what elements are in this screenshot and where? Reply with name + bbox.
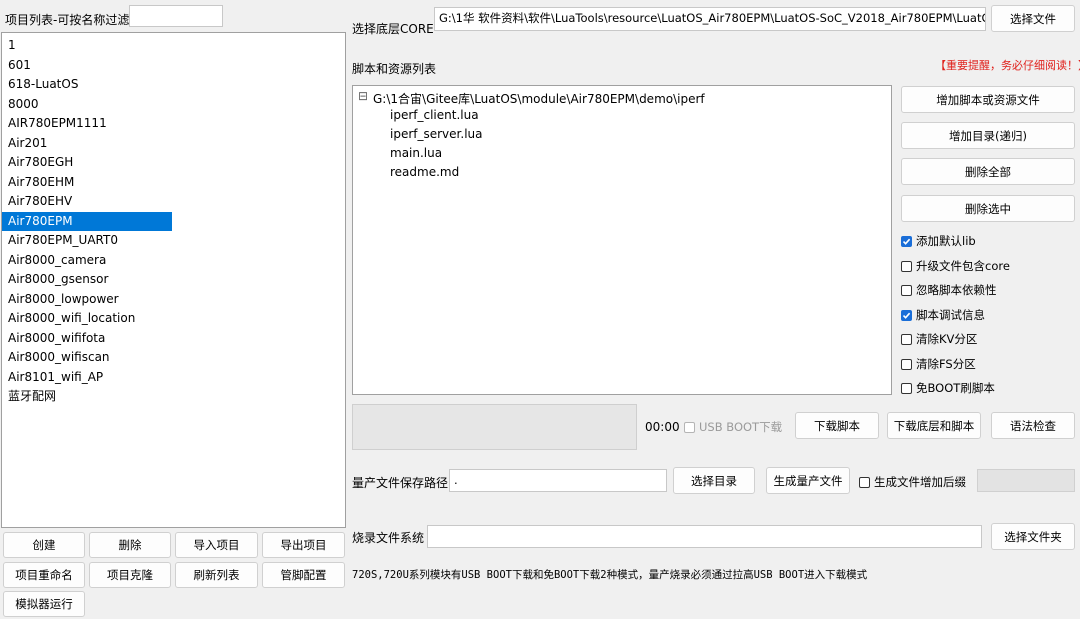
download-script-button[interactable]: 下载脚本 bbox=[795, 412, 879, 439]
option-label: 忽略脚本依赖性 bbox=[916, 283, 997, 297]
download-timer: 00:00 bbox=[645, 420, 680, 434]
project-list-item[interactable]: Air201 bbox=[2, 134, 345, 154]
project-list[interactable]: 1 601 618-LuatOS 8000 AIR780EPM1111 Air201 Air… bbox=[1, 32, 346, 528]
option-checkbox[interactable]: 脚本调试信息 bbox=[901, 307, 985, 323]
option-checkbox[interactable]: 添加默认lib bbox=[901, 233, 976, 249]
scripts-label: 脚本和资源列表 bbox=[352, 62, 437, 76]
project-list-item[interactable]: 蓝牙配网 bbox=[2, 387, 345, 407]
project-list-item[interactable]: Air8000_wififota bbox=[2, 329, 345, 349]
project-list-item[interactable]: Air8101_wifi_AP bbox=[2, 368, 345, 388]
project-list-item[interactable]: 8000 bbox=[2, 95, 345, 115]
add-directory-button[interactable]: 增加目录(递归) bbox=[901, 122, 1075, 149]
project-filter-label: 项目列表-可按名称过滤 bbox=[5, 13, 130, 27]
select-directory-button[interactable]: 选择目录 bbox=[673, 467, 755, 494]
option-label: 添加默认lib bbox=[916, 234, 976, 248]
option-label: 免BOOT刷脚本 bbox=[916, 381, 995, 395]
checkbox-box bbox=[859, 476, 870, 488]
mass-production-path-label: 量产文件保存路径 bbox=[352, 476, 449, 490]
burn-filesystem-label: 烧录文件系统 bbox=[352, 531, 425, 545]
project-list-item[interactable]: 618-LuatOS bbox=[2, 75, 345, 95]
option-checkbox[interactable]: 清除FS分区 bbox=[901, 356, 976, 372]
delete-selected-button[interactable]: 删除选中 bbox=[901, 195, 1075, 222]
project-list-item[interactable]: Air780EPM_UART0 bbox=[2, 231, 345, 251]
suffix-input[interactable] bbox=[977, 469, 1075, 492]
tree-file[interactable]: readme.md bbox=[390, 165, 459, 179]
project-list-item[interactable]: Air8000_gsensor bbox=[2, 270, 345, 290]
select-folder-button[interactable]: 选择文件夹 bbox=[991, 523, 1075, 550]
clone-project-button[interactable]: 项目克隆 bbox=[89, 562, 171, 588]
delete-project-button[interactable]: 删除 bbox=[89, 532, 171, 558]
checkbox-checked-icon bbox=[901, 235, 912, 247]
option-checkbox[interactable]: 免BOOT刷脚本 bbox=[901, 380, 995, 396]
option-checkbox[interactable]: 清除KV分区 bbox=[901, 331, 977, 347]
project-list-item[interactable]: Air8000_lowpower bbox=[2, 290, 345, 310]
option-label: 升级文件包含core bbox=[916, 259, 1010, 273]
checkbox-box bbox=[901, 382, 912, 394]
project-list-item[interactable]: 1 bbox=[2, 36, 345, 56]
usb-boot-download-label: USB BOOT下载 bbox=[699, 420, 783, 434]
option-label: 脚本调试信息 bbox=[916, 308, 985, 322]
checkbox-box bbox=[901, 333, 912, 345]
checkbox-box bbox=[901, 358, 912, 370]
project-list-item[interactable]: Air780EPM bbox=[2, 211, 172, 231]
checkbox-box bbox=[901, 260, 912, 272]
create-project-button[interactable]: 创建 bbox=[3, 532, 85, 558]
rename-project-button[interactable]: 项目重命名 bbox=[3, 562, 85, 588]
pin-config-button[interactable]: 管脚配置 bbox=[262, 562, 345, 588]
refresh-list-button[interactable]: 刷新列表 bbox=[175, 562, 258, 588]
project-list-item[interactable]: Air8000_camera bbox=[2, 251, 345, 271]
generate-mass-production-button[interactable]: 生成量产文件 bbox=[766, 467, 850, 494]
checkbox-box bbox=[901, 284, 912, 296]
project-list-item[interactable]: 601 bbox=[2, 56, 345, 76]
project-list-item[interactable]: Air780EGH bbox=[2, 153, 345, 173]
project-list-item[interactable]: AIR780EPM1111 bbox=[2, 114, 345, 134]
usb-boot-download-checkbox[interactable]: USB BOOT下载 bbox=[684, 419, 782, 435]
project-list-item[interactable]: Air8000_wifiscan bbox=[2, 348, 345, 368]
option-label: 清除KV分区 bbox=[916, 332, 978, 346]
tree-file[interactable]: iperf_client.lua bbox=[390, 108, 479, 122]
syntax-check-button[interactable]: 语法检查 bbox=[991, 412, 1075, 439]
footer-note: 720S,720U系列模块有USB BOOT下载和免BOOT下载2种模式，量产烧… bbox=[352, 569, 868, 581]
core-path-input[interactable]: G:\1华 软件资料\软件\LuaTools\resource\LuatOS_A… bbox=[434, 7, 986, 31]
checkbox-checked-icon bbox=[901, 309, 912, 321]
add-script-file-button[interactable]: 增加脚本或资源文件 bbox=[901, 86, 1075, 113]
script-tree[interactable]: ⊟ G:\1合宙\Gitee库\LuatOS\module\Air780EPM\… bbox=[352, 85, 892, 395]
select-core-file-button[interactable]: 选择文件 bbox=[991, 5, 1075, 32]
add-suffix-checkbox[interactable]: 生成文件增加后缀 bbox=[859, 474, 966, 490]
tree-collapse-icon[interactable]: ⊟ bbox=[358, 89, 368, 103]
option-label: 清除FS分区 bbox=[916, 357, 976, 371]
add-suffix-label: 生成文件增加后缀 bbox=[874, 475, 966, 489]
import-project-button[interactable]: 导入项目 bbox=[175, 532, 258, 558]
project-list-item[interactable]: Air8000_wifi_location bbox=[2, 309, 345, 329]
simulator-run-button[interactable]: 模拟器运行 bbox=[3, 591, 85, 617]
option-checkbox[interactable]: 忽略脚本依赖性 bbox=[901, 282, 997, 298]
project-filter-input[interactable] bbox=[129, 5, 223, 27]
project-list-item[interactable]: Air780EHV bbox=[2, 192, 345, 212]
download-core-and-script-button[interactable]: 下载底层和脚本 bbox=[887, 412, 981, 439]
tree-file[interactable]: main.lua bbox=[390, 146, 442, 160]
option-checkbox[interactable]: 升级文件包含core bbox=[901, 258, 1010, 274]
core-label: 选择底层CORE bbox=[352, 22, 434, 36]
tree-file[interactable]: iperf_server.lua bbox=[390, 127, 482, 141]
mass-production-path-input[interactable]: . bbox=[449, 469, 667, 492]
project-list-item[interactable]: Air780EHM bbox=[2, 173, 345, 193]
export-project-button[interactable]: 导出项目 bbox=[262, 532, 345, 558]
progress-area bbox=[352, 404, 637, 450]
delete-all-button[interactable]: 删除全部 bbox=[901, 158, 1075, 185]
tree-root-folder[interactable]: G:\1合宙\Gitee库\LuatOS\module\Air780EPM\de… bbox=[373, 90, 705, 107]
important-warning-link[interactable]: 【重要提醒，务必仔细阅读！】 bbox=[935, 57, 1080, 73]
burn-filesystem-input[interactable] bbox=[427, 525, 982, 548]
checkbox-box bbox=[684, 421, 695, 433]
